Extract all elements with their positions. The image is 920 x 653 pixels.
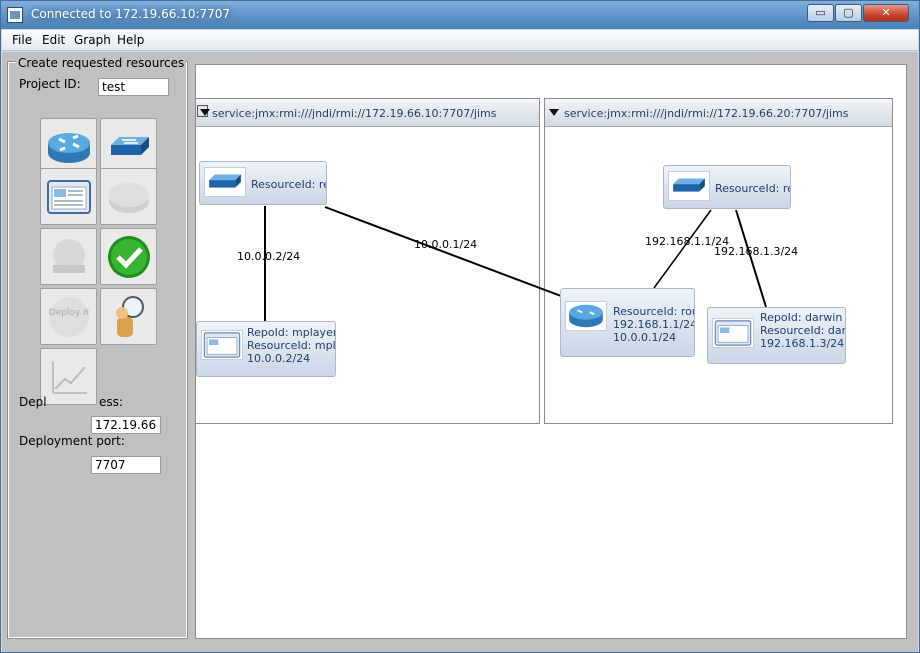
menu-file[interactable]: File [12,33,32,47]
menu-bar: File Edit Graph Help [2,30,918,51]
node-line: ResourceId: router [613,305,694,318]
disabled-resource-icon [109,183,149,213]
node-line: ResourceId: darwin [760,324,846,337]
node-mplayer[interactable]: RepoId: mplayer ResourceId: mplayer 10.0… [196,321,336,377]
application-window-icon [712,318,754,348]
deployment-address-label-start: Depl [19,395,47,409]
node-line: RepoId: darwin [760,311,843,324]
node-res2[interactable]: ResourceId: res2 [663,165,791,209]
link-label: 10.0.0.1/24 [414,238,478,251]
deployment-port-label: Deployment port: [19,434,125,448]
switch-icon [668,171,710,201]
project-id-field[interactable] [98,78,169,96]
group-title: Create requested resources [16,56,187,70]
minimize-button[interactable]: ▭ [807,4,834,22]
site-container-2[interactable]: service:jmx:rmi:///jndi/rmi://172.19.66.… [544,98,893,424]
site-header-2[interactable]: service:jmx:rmi:///jndi/rmi://172.19.66.… [545,99,892,127]
node-line: 10.0.0.2/24 [247,352,311,365]
close-button[interactable]: ✕ [863,4,909,22]
tool-switch[interactable] [100,118,157,175]
node-line: ResourceId: res1 [251,178,326,191]
link-label: 192.168.1.3/24 [714,245,799,258]
tool-chart[interactable] [40,348,97,405]
tool-application[interactable] [40,168,97,225]
tool-disabled-object[interactable] [40,228,97,285]
router-icon [48,133,90,163]
menu-graph[interactable]: Graph [74,33,111,47]
site-url: service:jmx:rmi:///jndi/rmi://172.19.66.… [564,107,849,120]
title-bar[interactable]: Connected to 172.19.66.10:7707 ▭ ▢ ✕ [1,1,919,29]
collapse-arrow-icon[interactable] [200,109,210,116]
menu-edit[interactable]: Edit [42,33,65,47]
inspector-icon [116,296,144,337]
tool-disabled-resource[interactable] [100,168,157,225]
node-line: 192.168.1.3/24 [760,337,845,350]
application-window-icon [47,180,91,214]
node-line: 192.168.1.1/24 [613,318,695,331]
tool-deploy[interactable]: Deploy it [40,288,97,345]
application-window-icon [201,330,243,360]
node-darwin[interactable]: RepoId: darwin ResourceId: darwin 192.16… [707,307,846,364]
site-url: service:jmx:rmi:///jndi/rmi://172.19.66.… [212,107,497,120]
deployment-address-label-end: ess: [99,395,123,409]
chart-icon [52,361,87,394]
deployment-port-field[interactable] [91,456,161,474]
project-id-label: Project ID: [19,77,81,91]
deploy-it-text: Deploy it [49,308,90,318]
node-line: ResourceId: mplayer [247,339,336,352]
deployment-address-field[interactable] [91,416,161,434]
maximize-button[interactable]: ▢ [835,4,862,22]
node-line: 10.0.0.1/24 [613,331,677,344]
deploy-it-icon: Deploy it [49,297,90,337]
tool-router[interactable] [40,118,97,175]
tool-inspector[interactable] [100,288,157,345]
tool-validate[interactable] [100,228,157,285]
disabled-object-icon [53,239,85,273]
switch-icon [111,137,149,155]
link-label: 10.0.0.2/24 [237,250,301,263]
switch-icon [204,167,246,197]
node-line: ResourceId: res2 [715,182,790,195]
site-header-1[interactable]: service:jmx:rmi:///jndi/rmi://172.19.66.… [196,99,539,127]
node-line: RepoId: mplayer [247,326,336,339]
collapse-arrow-icon[interactable] [549,109,559,116]
menu-help[interactable]: Help [117,33,144,47]
create-resources-group [7,61,188,639]
check-icon [108,236,150,278]
app-icon [7,7,23,23]
node-router[interactable]: ResourceId: router 192.168.1.1/24 10.0.0… [560,288,695,357]
node-res1[interactable]: ResourceId: res1 [199,161,327,205]
window-title: Connected to 172.19.66.10:7707 [31,7,231,21]
router-icon [565,301,607,331]
